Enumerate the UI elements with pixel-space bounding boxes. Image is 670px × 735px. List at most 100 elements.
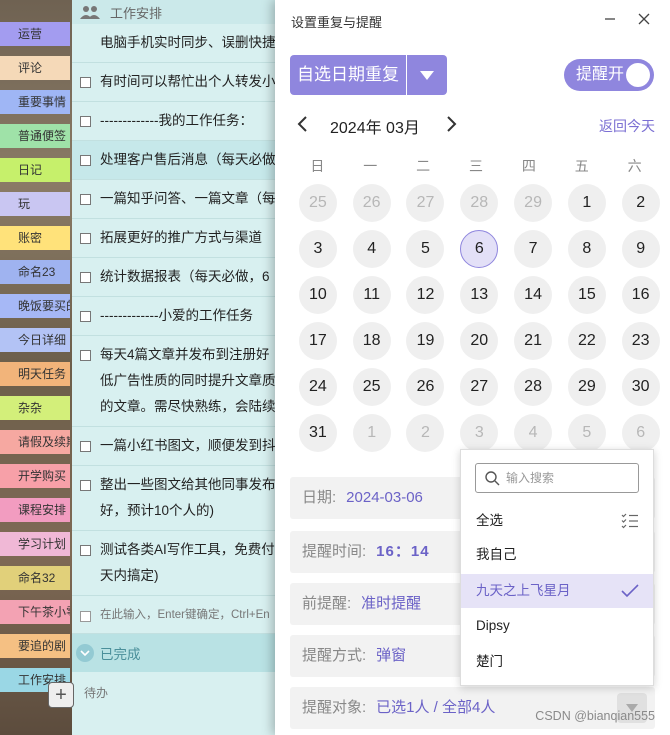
calendar-day[interactable]: 9 bbox=[621, 230, 660, 268]
calendar-day[interactable]: 8 bbox=[567, 230, 606, 268]
checkbox[interactable] bbox=[80, 350, 91, 361]
calendar-day[interactable]: 1 bbox=[352, 414, 391, 452]
chevron-right-icon[interactable] bbox=[443, 114, 459, 134]
calendar-day[interactable]: 22 bbox=[567, 322, 606, 360]
calendar-day[interactable]: 15 bbox=[567, 276, 606, 314]
tag-item[interactable]: 评论 bbox=[0, 56, 70, 80]
calendar-day[interactable]: 30 bbox=[621, 368, 660, 406]
calendar-day[interactable]: 26 bbox=[406, 368, 445, 406]
calendar-day[interactable]: 5 bbox=[406, 230, 445, 268]
checkbox[interactable] bbox=[80, 116, 91, 127]
tag-item[interactable]: 命名32 bbox=[0, 566, 70, 590]
task-item[interactable]: 整出一些图文给其他同事发布 好，预计10个人的) bbox=[72, 466, 282, 531]
calendar-day[interactable]: 21 bbox=[514, 322, 553, 360]
tag-item[interactable]: 要追的剧 bbox=[0, 634, 70, 658]
tag-item[interactable]: 下午茶小零 bbox=[0, 600, 70, 624]
calendar-day[interactable]: 4 bbox=[352, 230, 391, 268]
task-item[interactable]: -------------我的工作任务： bbox=[72, 102, 282, 141]
checkbox[interactable] bbox=[80, 545, 91, 556]
calendar-day[interactable]: 28 bbox=[514, 368, 553, 406]
tag-item[interactable]: 重要事情 bbox=[0, 90, 70, 114]
back-to-today-link[interactable]: 返回今天 bbox=[599, 116, 655, 136]
calendar-day[interactable]: 27 bbox=[406, 184, 445, 222]
task-item[interactable]: 电脑手机实时同步、误删快捷 bbox=[72, 24, 282, 63]
repeat-mode-button[interactable]: 自选日期重复 bbox=[290, 55, 406, 95]
calendar-day[interactable]: 14 bbox=[514, 276, 553, 314]
target-option[interactable]: 楚门 bbox=[461, 645, 653, 679]
reminder-toggle[interactable]: 提醒开 bbox=[564, 59, 654, 91]
calendar-day[interactable]: 3 bbox=[460, 414, 499, 452]
checkbox[interactable] bbox=[80, 311, 91, 322]
calendar-day[interactable]: 11 bbox=[352, 276, 391, 314]
task-item[interactable]: 有时间可以帮忙出个人转发小 bbox=[72, 63, 282, 102]
tag-item[interactable]: 开学购买 bbox=[0, 464, 70, 488]
task-item[interactable]: 每天4篇文章并发布到注册好 低广告性质的同时提升文章质 的文章。需尽快熟练，会陆续 bbox=[72, 336, 282, 427]
calendar-day[interactable]: 31 bbox=[298, 414, 337, 452]
checkbox[interactable] bbox=[80, 441, 91, 452]
calendar-day[interactable]: 12 bbox=[406, 276, 445, 314]
new-task-input[interactable]: 在此输入，Enter键确定，Ctrl+En bbox=[72, 596, 282, 634]
calendar-day[interactable]: 3 bbox=[298, 230, 337, 268]
tag-item[interactable]: 日记 bbox=[0, 158, 70, 182]
tag-item[interactable]: 杂杂 bbox=[0, 396, 70, 420]
tag-item[interactable]: 课程安排 bbox=[0, 498, 70, 522]
checkbox[interactable] bbox=[80, 272, 91, 283]
calendar-day[interactable]: 7 bbox=[514, 230, 553, 268]
calendar-day[interactable]: 25 bbox=[352, 368, 391, 406]
task-item[interactable]: 处理客户售后消息（每天必做 bbox=[72, 141, 282, 180]
task-item[interactable]: 一篇知乎问答、一篇文章（每 bbox=[72, 180, 282, 219]
calendar-day-selected[interactable]: 6 bbox=[460, 230, 499, 268]
target-option[interactable]: 九天之上飞星月 bbox=[461, 573, 653, 608]
calendar-day[interactable]: 4 bbox=[514, 414, 553, 452]
calendar-day[interactable]: 17 bbox=[298, 322, 337, 360]
calendar-day[interactable]: 2 bbox=[621, 184, 660, 222]
task-item[interactable]: 统计数据报表（每天必做，6 bbox=[72, 258, 282, 297]
completed-section-toggle[interactable]: 已完成 bbox=[72, 634, 282, 672]
remind-method-value[interactable]: 弹窗 bbox=[376, 647, 406, 664]
calendar-day[interactable]: 2 bbox=[406, 414, 445, 452]
target-option[interactable]: 我自己 bbox=[461, 538, 653, 572]
target-search-input[interactable] bbox=[506, 468, 630, 488]
remind-time-value[interactable]: 16：14 bbox=[376, 543, 429, 560]
task-item[interactable]: 拓展更好的推广方式与渠道 bbox=[72, 219, 282, 258]
checkbox[interactable] bbox=[80, 155, 91, 166]
chevron-left-icon[interactable] bbox=[295, 114, 311, 134]
tag-item[interactable]: 今日详细 bbox=[0, 328, 70, 352]
target-option[interactable]: Dipsy bbox=[461, 609, 653, 643]
calendar-day[interactable]: 28 bbox=[460, 184, 499, 222]
calendar-day[interactable]: 26 bbox=[352, 184, 391, 222]
checkbox[interactable] bbox=[80, 480, 91, 491]
calendar-day[interactable]: 20 bbox=[460, 322, 499, 360]
tag-item[interactable]: 普通便签 bbox=[0, 124, 70, 148]
remind-target-value[interactable]: 已选1人 / 全部4人 bbox=[376, 699, 495, 716]
calendar-day[interactable]: 29 bbox=[567, 368, 606, 406]
task-item[interactable]: 测试各类AI写作工具，免费付 天内搞定) bbox=[72, 531, 282, 596]
select-all-option[interactable]: 全选 bbox=[461, 504, 653, 538]
tag-item[interactable]: 运营 bbox=[0, 22, 70, 46]
tag-item[interactable]: 晚饭要买的 bbox=[0, 294, 70, 318]
calendar-day[interactable]: 27 bbox=[460, 368, 499, 406]
calendar-day[interactable]: 16 bbox=[621, 276, 660, 314]
calendar-day[interactable]: 1 bbox=[567, 184, 606, 222]
tag-item[interactable]: 玩 bbox=[0, 192, 70, 216]
tag-item[interactable]: 账密 bbox=[0, 226, 70, 250]
target-search[interactable] bbox=[475, 463, 639, 493]
tag-item[interactable]: 命名23 bbox=[0, 260, 70, 284]
task-item[interactable]: 一篇小红书图文，顺便发到抖 bbox=[72, 427, 282, 466]
tag-item[interactable]: 学习计划 bbox=[0, 532, 70, 556]
repeat-mode-dropdown[interactable] bbox=[407, 55, 447, 95]
calendar-day[interactable]: 25 bbox=[298, 184, 337, 222]
close-icon[interactable] bbox=[635, 10, 653, 28]
calendar-day[interactable]: 29 bbox=[514, 184, 553, 222]
tag-item[interactable]: 明天任务 bbox=[0, 362, 70, 386]
calendar-day[interactable]: 24 bbox=[298, 368, 337, 406]
calendar-day[interactable]: 6 bbox=[621, 414, 660, 452]
calendar-day[interactable]: 10 bbox=[298, 276, 337, 314]
tag-item[interactable]: 请假及续期 bbox=[0, 430, 70, 454]
checkbox[interactable] bbox=[80, 233, 91, 244]
advance-remind-value[interactable]: 准时提醒 bbox=[361, 595, 421, 612]
task-item[interactable]: -------------小爱的工作任务 bbox=[72, 297, 282, 336]
calendar-day[interactable]: 18 bbox=[352, 322, 391, 360]
checkbox[interactable] bbox=[80, 194, 91, 205]
calendar-day[interactable]: 13 bbox=[460, 276, 499, 314]
